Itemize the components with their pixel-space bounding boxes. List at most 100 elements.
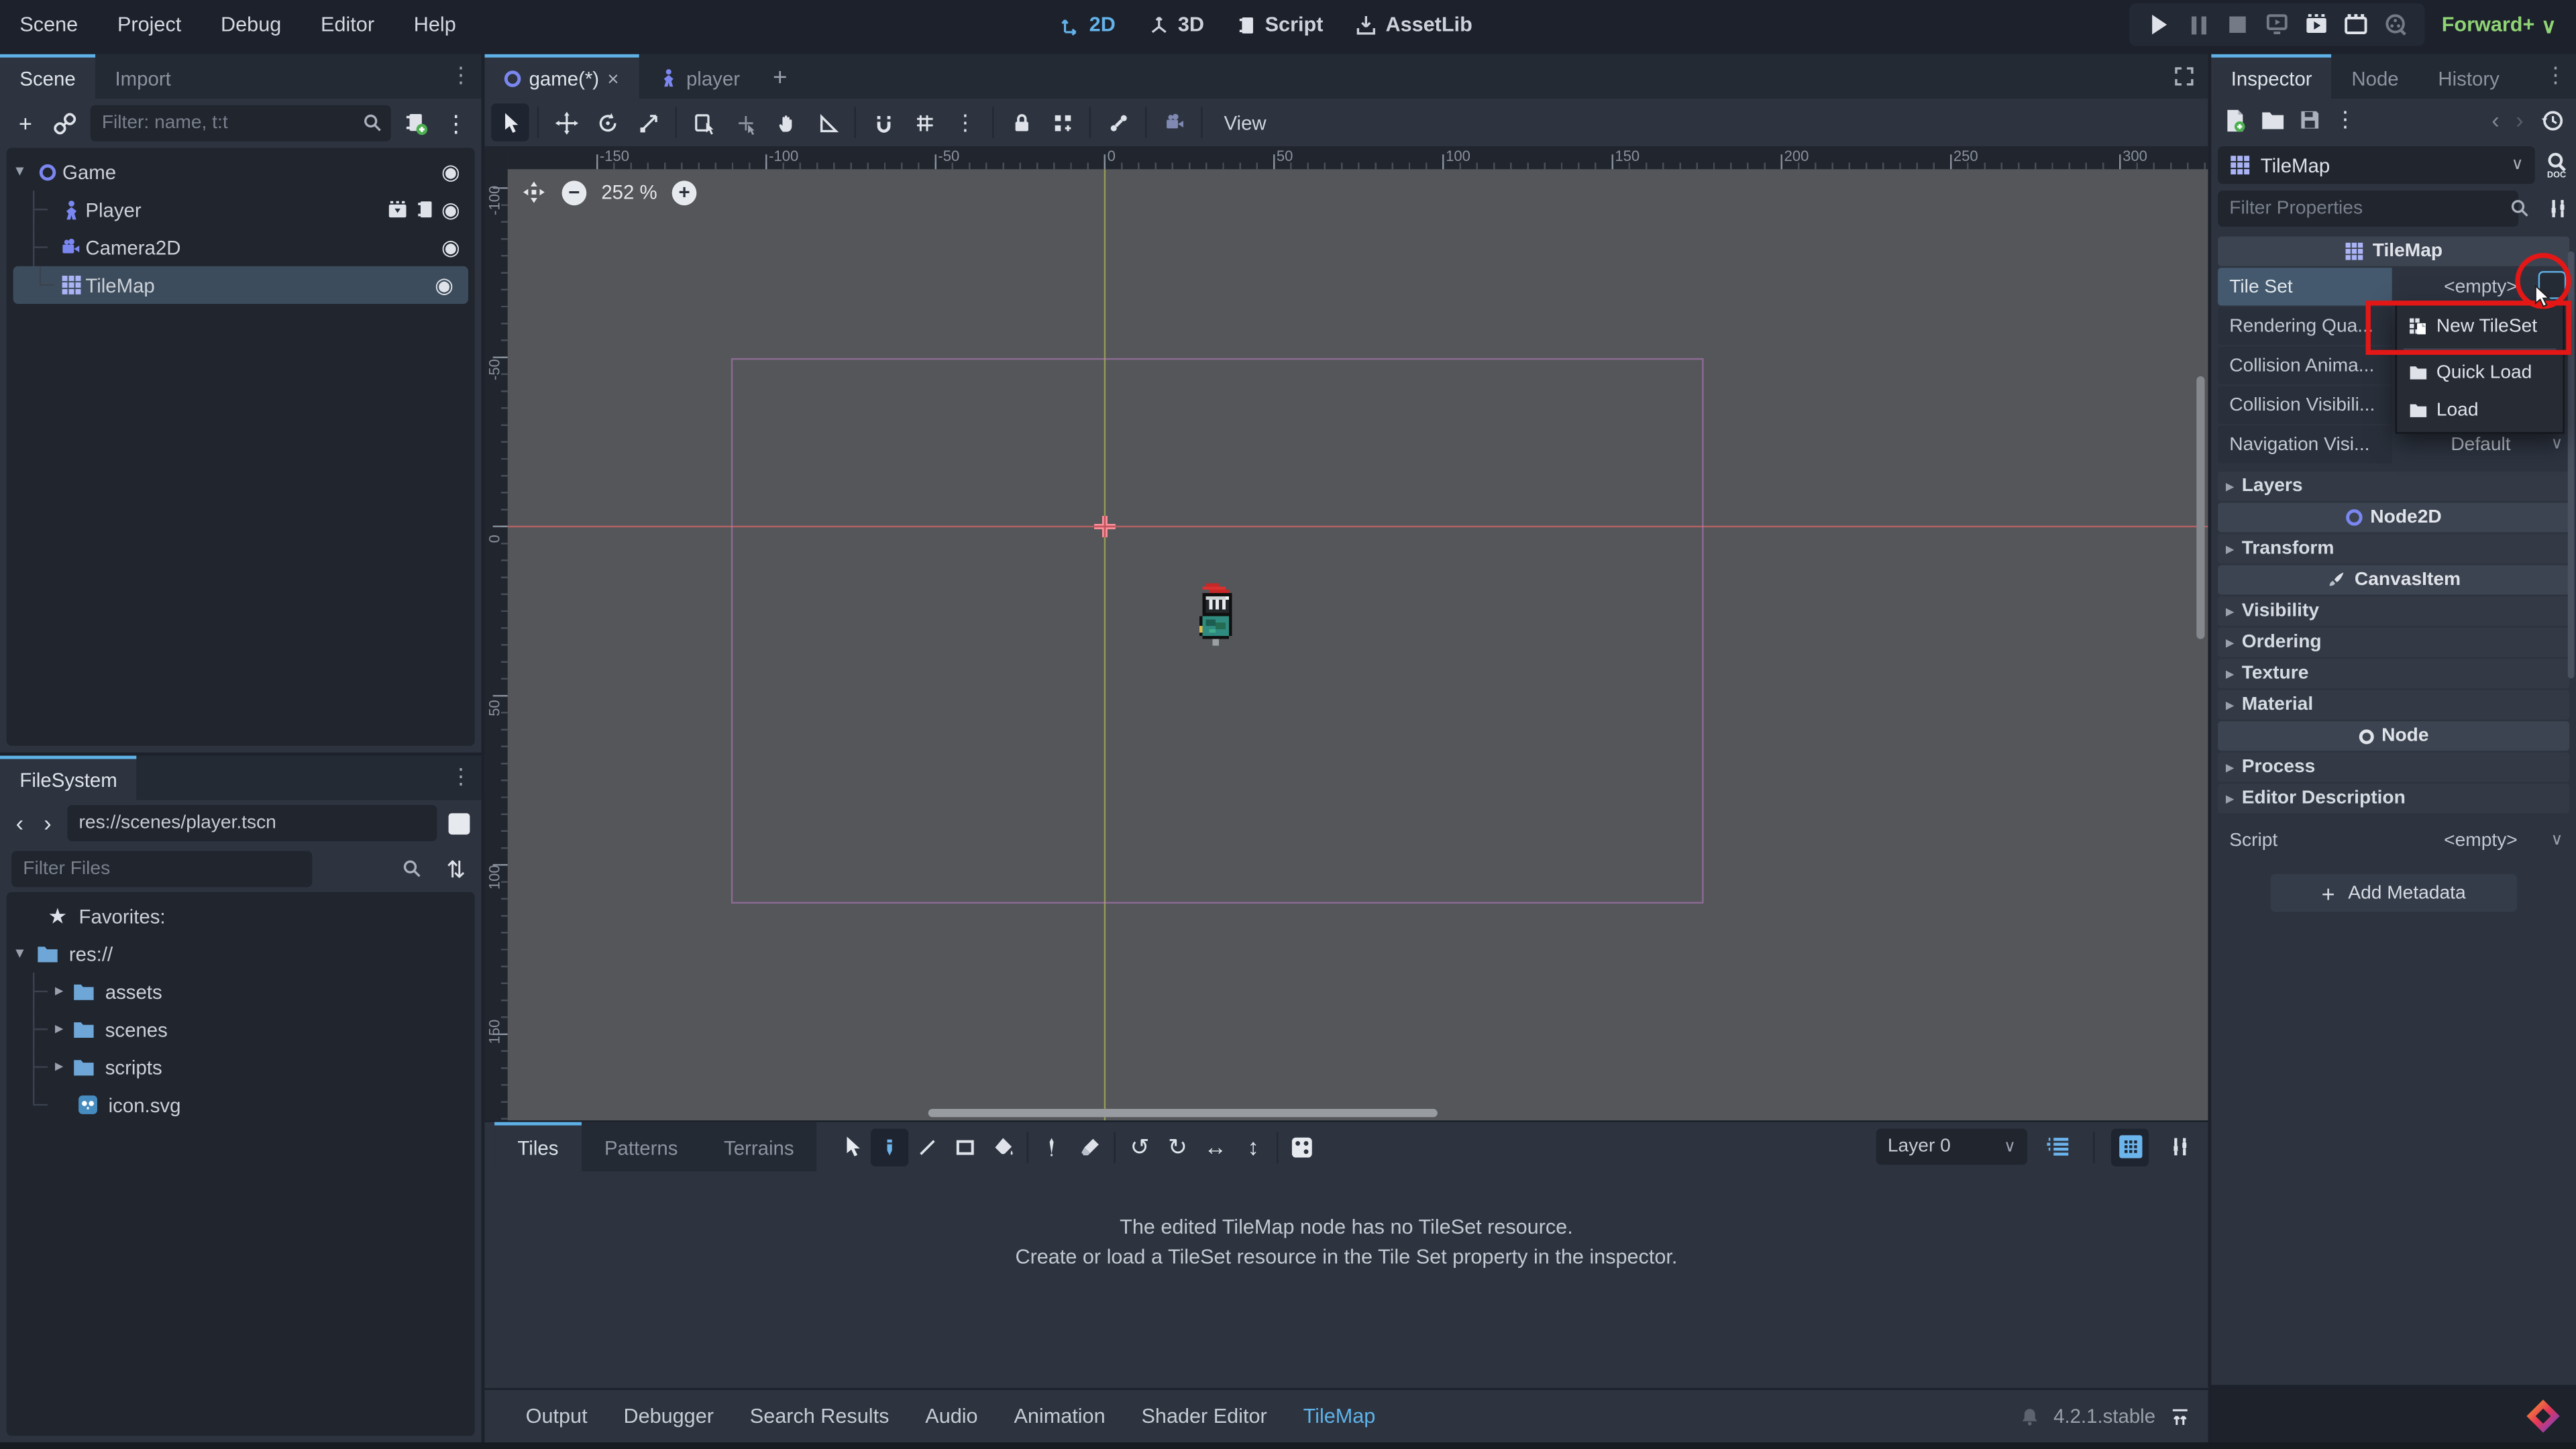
scene-tab-game[interactable]: game(*) × — [484, 54, 638, 99]
bottom-tab-output[interactable]: Output — [508, 1405, 606, 1428]
grid-toggle-icon[interactable] — [2111, 1128, 2149, 1165]
history-back-icon[interactable]: ‹ — [2491, 107, 2499, 133]
stop-button[interactable] — [2222, 8, 2255, 41]
file-row-icon-svg[interactable]: icon.svg — [7, 1086, 475, 1124]
edited-object-selector[interactable]: TileMap ∨ — [2218, 146, 2535, 184]
view-menu-button[interactable]: View — [1211, 111, 1279, 133]
attach-script-button[interactable] — [402, 109, 431, 138]
inspector-tools-icon[interactable] — [2546, 197, 2569, 220]
scene-tree-menu-icon[interactable]: ⋮ — [442, 109, 470, 138]
new-scene-tab-button[interactable]: + — [759, 58, 800, 99]
menu-item-load[interactable]: Load — [2397, 391, 2563, 429]
collapse-icon[interactable]: ▾ — [7, 945, 33, 963]
dock-menu-icon[interactable]: ⋮ — [2544, 62, 2566, 89]
play-button[interactable] — [2143, 8, 2176, 41]
move-tool-button[interactable] — [547, 103, 585, 141]
tile-select-tool-button[interactable] — [833, 1128, 871, 1165]
add-metadata-button[interactable]: + Add Metadata — [2270, 874, 2516, 912]
section-texture[interactable]: ▸ Texture — [2218, 659, 2569, 688]
folder-row-scripts[interactable]: ▸ scripts — [7, 1048, 475, 1085]
ruler-tool-button[interactable] — [808, 103, 846, 141]
zoom-in-button[interactable]: + — [672, 180, 697, 205]
switcher-3d[interactable]: 3D — [1148, 13, 1204, 36]
bottom-tab-tilemap[interactable]: TileMap — [1285, 1405, 1394, 1428]
expand-bottom-panel-icon[interactable] — [2169, 1405, 2192, 1427]
movie-maker-icon[interactable] — [2379, 8, 2412, 41]
grid-snap-icon[interactable] — [905, 103, 943, 141]
menu-scene[interactable]: Scene — [0, 0, 98, 49]
current-path-field[interactable] — [67, 805, 437, 841]
notification-bell-icon[interactable] — [2019, 1405, 2041, 1427]
tree-row-camera2d[interactable]: Camera2D ◉ — [7, 228, 475, 266]
rotate-right-icon[interactable]: ↻ — [1159, 1128, 1196, 1165]
tab-history[interactable]: History — [2418, 58, 2519, 99]
instanced-scene-icon[interactable] — [386, 198, 409, 221]
lock-object-icon[interactable] — [1002, 103, 1040, 141]
section-layers[interactable]: ▸ Layers — [2218, 472, 2569, 501]
play-custom-scene-button[interactable] — [2340, 8, 2373, 41]
scene-tab-player[interactable]: player — [639, 58, 759, 99]
favorites-row[interactable]: ★ Favorites: — [7, 897, 475, 934]
center-view-icon[interactable] — [521, 179, 547, 205]
viewport-canvas[interactable]: -150 -100 -50 0 50 100 150 200 250 300 3… — [484, 146, 2208, 1120]
script-property-row[interactable]: Script <empty> ∨ — [2218, 821, 2569, 859]
rotate-left-icon[interactable]: ↺ — [1121, 1128, 1159, 1165]
bottom-tab-audio[interactable]: Audio — [907, 1405, 996, 1428]
flip-vertical-icon[interactable]: ↕ — [1234, 1128, 1272, 1165]
expand-icon[interactable]: ▸ — [49, 1020, 68, 1038]
tab-tiles[interactable]: Tiles — [494, 1122, 582, 1171]
open-docs-icon[interactable]: DOC — [2543, 151, 2569, 179]
bottom-tab-shader-editor[interactable]: Shader Editor — [1124, 1405, 1285, 1428]
pan-tool-button[interactable] — [767, 103, 805, 141]
bottom-tab-animation[interactable]: Animation — [996, 1405, 1124, 1428]
highlight-layer-icon[interactable] — [2039, 1128, 2076, 1165]
tab-node[interactable]: Node — [2332, 58, 2418, 99]
bottom-tab-search-results[interactable]: Search Results — [732, 1405, 907, 1428]
smart-snap-icon[interactable] — [864, 103, 902, 141]
zoom-level[interactable]: 252 % — [601, 180, 657, 203]
layer-selector[interactable]: Layer 0 ∨ — [1876, 1128, 2027, 1165]
menu-help[interactable]: Help — [394, 0, 476, 49]
tile-paint-tool-button[interactable] — [871, 1128, 909, 1165]
skeleton-options-icon[interactable] — [1099, 103, 1136, 141]
bottom-tab-debugger[interactable]: Debugger — [606, 1405, 732, 1428]
visibility-eye-icon[interactable]: ◉ — [435, 272, 453, 298]
tree-row-game[interactable]: ▾ Game ◉ — [7, 153, 475, 191]
canvas-view[interactable]: − 252 % + — [508, 169, 2208, 1120]
object-history-icon[interactable] — [2540, 107, 2565, 132]
new-resource-icon[interactable] — [2222, 107, 2247, 132]
dock-menu-icon[interactable]: ⋮ — [450, 62, 472, 89]
canvas-horizontal-scrollbar[interactable] — [928, 1109, 1438, 1117]
expand-icon[interactable]: ▸ — [49, 982, 68, 1000]
expand-icon[interactable]: ▸ — [49, 1058, 68, 1076]
tab-inspector[interactable]: Inspector — [2211, 54, 2332, 99]
folder-row-assets[interactable]: ▸ assets — [7, 973, 475, 1010]
scale-tool-button[interactable] — [629, 103, 667, 141]
instance-scene-button[interactable] — [51, 109, 79, 138]
list-select-tool-button[interactable] — [685, 103, 722, 141]
switcher-script[interactable]: Script — [1237, 13, 1323, 36]
tilemap-settings-icon[interactable] — [2160, 1128, 2198, 1165]
snap-options-icon[interactable]: ⋮ — [947, 103, 984, 141]
tile-picker-tool-button[interactable] — [1034, 1128, 1071, 1165]
tile-line-tool-button[interactable] — [909, 1128, 947, 1165]
section-transform[interactable]: ▸ Transform — [2218, 534, 2569, 564]
tree-row-player[interactable]: Player ◉ — [7, 191, 475, 228]
tab-import[interactable]: Import — [95, 58, 191, 99]
play-scene-button[interactable] — [2300, 8, 2333, 41]
camera-override-icon[interactable] — [1155, 103, 1193, 141]
menu-item-quick-load[interactable]: Quick Load — [2397, 354, 2563, 391]
folder-row-scenes[interactable]: ▸ scenes — [7, 1010, 475, 1048]
tab-filesystem[interactable]: FileSystem — [0, 756, 137, 800]
rotate-tool-button[interactable] — [588, 103, 626, 141]
visibility-eye-icon[interactable]: ◉ — [441, 234, 460, 260]
menu-debug[interactable]: Debug — [201, 0, 301, 49]
remote-debug-icon[interactable] — [2261, 8, 2294, 41]
resource-extra-menu-icon[interactable]: ⋮ — [2334, 107, 2356, 133]
scene-filter-input[interactable] — [91, 105, 391, 142]
res-root-row[interactable]: ▾ res:// — [7, 934, 475, 972]
section-process[interactable]: ▸ Process — [2218, 753, 2569, 782]
property-filter-input[interactable] — [2218, 191, 2518, 227]
visibility-eye-icon[interactable]: ◉ — [441, 197, 460, 223]
group-object-icon[interactable] — [1043, 103, 1081, 141]
